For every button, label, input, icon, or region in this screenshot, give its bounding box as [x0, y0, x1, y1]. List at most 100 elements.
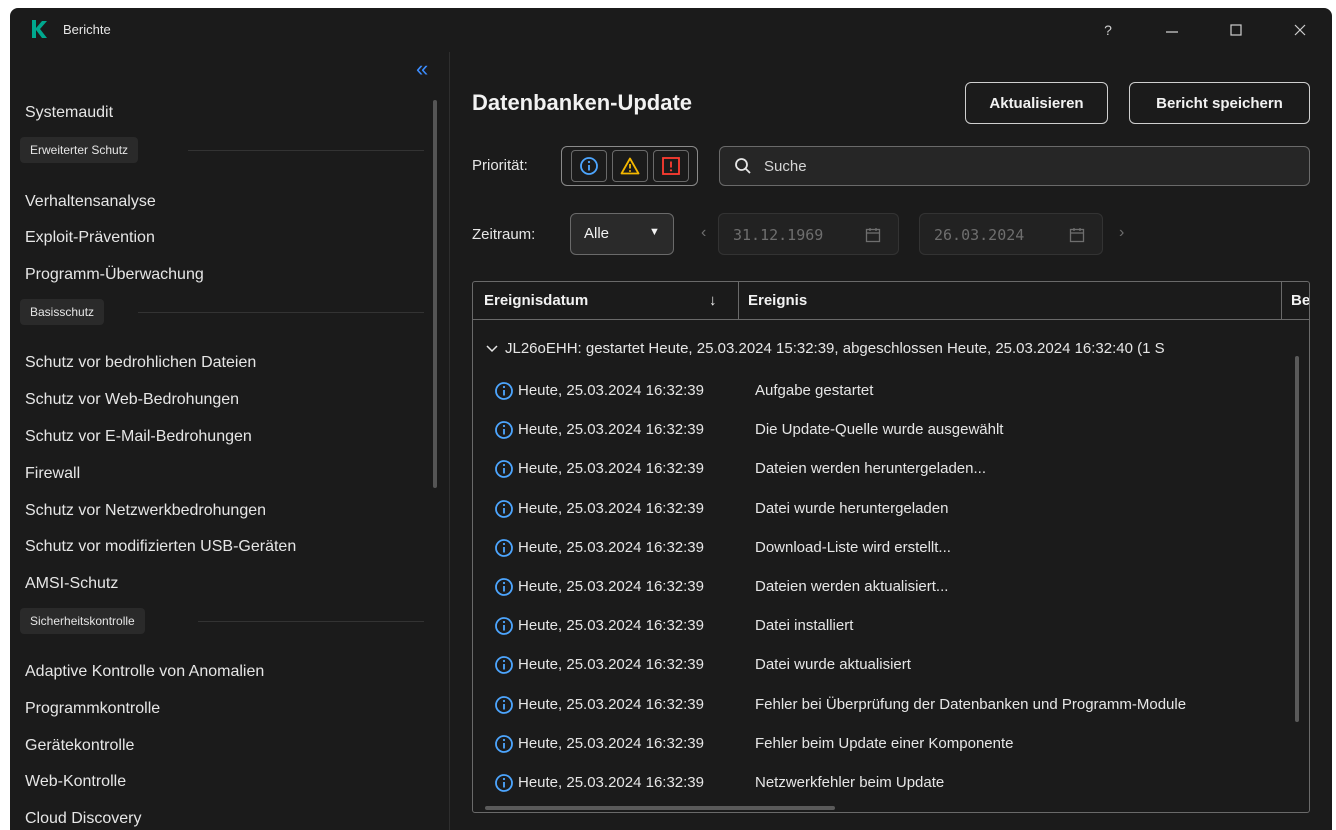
sidebar-item-email[interactable]: Schutz vor E-Mail-Bedrohungen [25, 428, 252, 446]
row-date: Heute, 25.03.2024 16:32:39 [518, 499, 704, 517]
chevron-down-icon [486, 345, 498, 353]
collapse-sidebar-icon[interactable]: « [416, 58, 428, 80]
calendar-icon [865, 228, 881, 243]
sidebar-item-programmkontrolle[interactable]: Programmkontrolle [25, 700, 160, 718]
sidebar-item-dateien[interactable]: Schutz vor bedrohlichen Dateien [25, 354, 256, 372]
maximize-icon [1230, 24, 1242, 36]
app-window: Berichte ? « Systemaudit Erweiterter Sch… [10, 8, 1332, 830]
row-date: Heute, 25.03.2024 16:32:39 [518, 421, 704, 439]
sidebar-item-web[interactable]: Schutz vor Web-Bedrohungen [25, 391, 239, 409]
row-event: Aufgabe gestartet [755, 382, 874, 399]
minimize-icon [1166, 31, 1178, 33]
search-icon [735, 158, 751, 174]
priority-critical-button[interactable] [652, 150, 689, 182]
date-to-field[interactable]: 26.03.2024 [919, 213, 1103, 255]
row-date: Heute, 25.03.2024 16:32:39 [518, 774, 704, 791]
row-date: Heute, 25.03.2024 16:32:39 [518, 617, 704, 635]
table-row[interactable]: Heute, 25.03.2024 16:32:39 Fehler bei Übe… [473, 686, 1293, 724]
sidebar-item-systemaudit[interactable]: Systemaudit [25, 104, 113, 122]
row-event: Die Update-Quelle wurde ausgewählt [755, 421, 1004, 439]
sidebar-item-anomalien[interactable]: Adaptive Kontrolle von Anomalien [25, 663, 264, 681]
title-bar: Berichte ? [10, 8, 1332, 52]
maximize-button[interactable] [1218, 16, 1254, 44]
warning-icon [620, 157, 639, 175]
info-icon [495, 734, 513, 753]
sidebar-item-verhaltensanalyse[interactable]: Verhaltensanalyse [25, 193, 156, 211]
search-input[interactable] [764, 155, 1284, 177]
priority-warning-button[interactable] [611, 150, 648, 182]
column-header-event[interactable]: Ereignis [748, 292, 807, 309]
table-row[interactable]: Heute, 25.03.2024 16:32:39 Download-Liste… [473, 529, 1293, 567]
help-button[interactable]: ? [1090, 16, 1126, 44]
window-title: Berichte [63, 22, 111, 37]
kaspersky-logo-icon [32, 20, 47, 38]
info-icon [495, 460, 513, 479]
row-date: Heute, 25.03.2024 16:32:39 [518, 695, 704, 713]
sidebar-item-firewall[interactable]: Firewall [25, 465, 80, 483]
column-header-date[interactable]: Ereignisdatum [484, 292, 588, 309]
period-label: Zeitraum: [472, 226, 536, 243]
row-event: Datei installiert [755, 617, 854, 635]
table-header: Ereignisdatum ↓ Ereignis Be [473, 282, 1309, 320]
row-event: Netzwerkfehler beim Update [755, 774, 945, 791]
sidebar-item-netzwerk[interactable]: Schutz vor Netzwerkbedrohungen [25, 502, 266, 520]
table-vertical-scrollbar[interactable] [1295, 356, 1299, 722]
table-row[interactable]: Heute, 25.03.2024 16:32:39 Die Update-Que… [473, 411, 1293, 449]
info-icon [495, 578, 513, 596]
sidebar-item-web-kontrolle[interactable]: Web-Kontrolle [25, 773, 126, 791]
sidebar-item-cloud-discovery[interactable]: Cloud Discovery [25, 810, 141, 828]
row-event: Fehler beim Update einer Komponente [755, 734, 1014, 752]
table-row[interactable]: Heute, 25.03.2024 16:32:39 Datei wurde he… [473, 490, 1293, 528]
previous-period-icon[interactable]: ‹ [701, 224, 706, 242]
row-event: Download-Liste wird erstellt... [755, 538, 951, 556]
table-row[interactable]: Heute, 25.03.2024 16:32:39 Dateien werden… [473, 568, 1293, 606]
table-row[interactable]: Heute, 25.03.2024 16:32:39 Datei wurde ak… [473, 646, 1293, 684]
table-row[interactable]: Heute, 25.03.2024 16:32:39 Netzwerkfehler… [473, 764, 1293, 802]
column-divider[interactable] [738, 282, 739, 320]
table-horizontal-scrollbar[interactable] [485, 806, 835, 810]
info-icon [495, 617, 513, 636]
column-divider[interactable] [1281, 282, 1282, 320]
sidebar-scrollbar[interactable] [433, 100, 437, 488]
info-icon [495, 382, 513, 400]
info-icon [495, 774, 513, 792]
close-button[interactable] [1282, 16, 1318, 44]
sidebar-item-geraetekontrolle[interactable]: Gerätekontrolle [25, 737, 134, 755]
table-row[interactable]: Heute, 25.03.2024 16:32:39 Datei installi… [473, 607, 1293, 645]
priority-info-button[interactable] [570, 150, 607, 182]
table-group-row[interactable]: JL26oEHH: gestartet Heute, 25.03.2024 15… [481, 340, 1165, 357]
date-from-field[interactable]: 31.12.1969 [718, 213, 899, 255]
row-event: Dateien werden heruntergeladen... [755, 460, 986, 478]
minimize-button[interactable] [1154, 16, 1190, 44]
period-select[interactable]: Alle ▼ [570, 213, 674, 255]
sidebar-item-programm-ueberwachung[interactable]: Programm-Überwachung [25, 266, 204, 284]
row-date: Heute, 25.03.2024 16:32:39 [518, 382, 704, 399]
sidebar: « Systemaudit Erweiterter Schutz Verhalt… [10, 52, 450, 830]
close-icon [1294, 24, 1306, 36]
table-row[interactable]: Heute, 25.03.2024 16:32:39 Aufgabe gestar… [473, 372, 1293, 410]
next-period-icon[interactable]: › [1119, 224, 1124, 242]
save-report-button[interactable]: Bericht speichern [1129, 82, 1310, 124]
priority-filter [561, 146, 698, 186]
period-select-value: Alle [584, 225, 610, 242]
group-row-label: JL26oEHH: gestartet Heute, 25.03.2024 15… [505, 340, 1165, 357]
date-from-value: 31.12.1969 [733, 226, 824, 244]
priority-label: Priorität: [472, 157, 528, 174]
sort-desc-icon[interactable]: ↓ [709, 292, 717, 309]
column-header-partial[interactable]: Be [1291, 292, 1309, 309]
help-icon: ? [1104, 22, 1112, 38]
sidebar-group-basisschutz: Basisschutz [20, 299, 105, 325]
sidebar-item-usb[interactable]: Schutz vor modifizierten USB-Geräten [25, 538, 296, 556]
critical-icon [661, 157, 680, 175]
calendar-icon [1069, 228, 1085, 243]
table-row[interactable]: Heute, 25.03.2024 16:32:39 Fehler beim Up… [473, 725, 1293, 763]
row-event: Datei wurde aktualisiert [755, 656, 911, 674]
sidebar-item-amsi[interactable]: AMSI-Schutz [25, 575, 118, 593]
sidebar-item-exploit-praevention[interactable]: Exploit-Prävention [25, 229, 155, 247]
sidebar-group-sicherheitskontrolle: Sicherheitskontrolle [20, 608, 145, 634]
refresh-button[interactable]: Aktualisieren [965, 82, 1108, 124]
info-icon [495, 421, 513, 440]
row-date: Heute, 25.03.2024 16:32:39 [518, 538, 704, 556]
table-row[interactable]: Heute, 25.03.2024 16:32:39 Dateien werden… [473, 450, 1293, 488]
row-date: Heute, 25.03.2024 16:32:39 [518, 578, 704, 595]
